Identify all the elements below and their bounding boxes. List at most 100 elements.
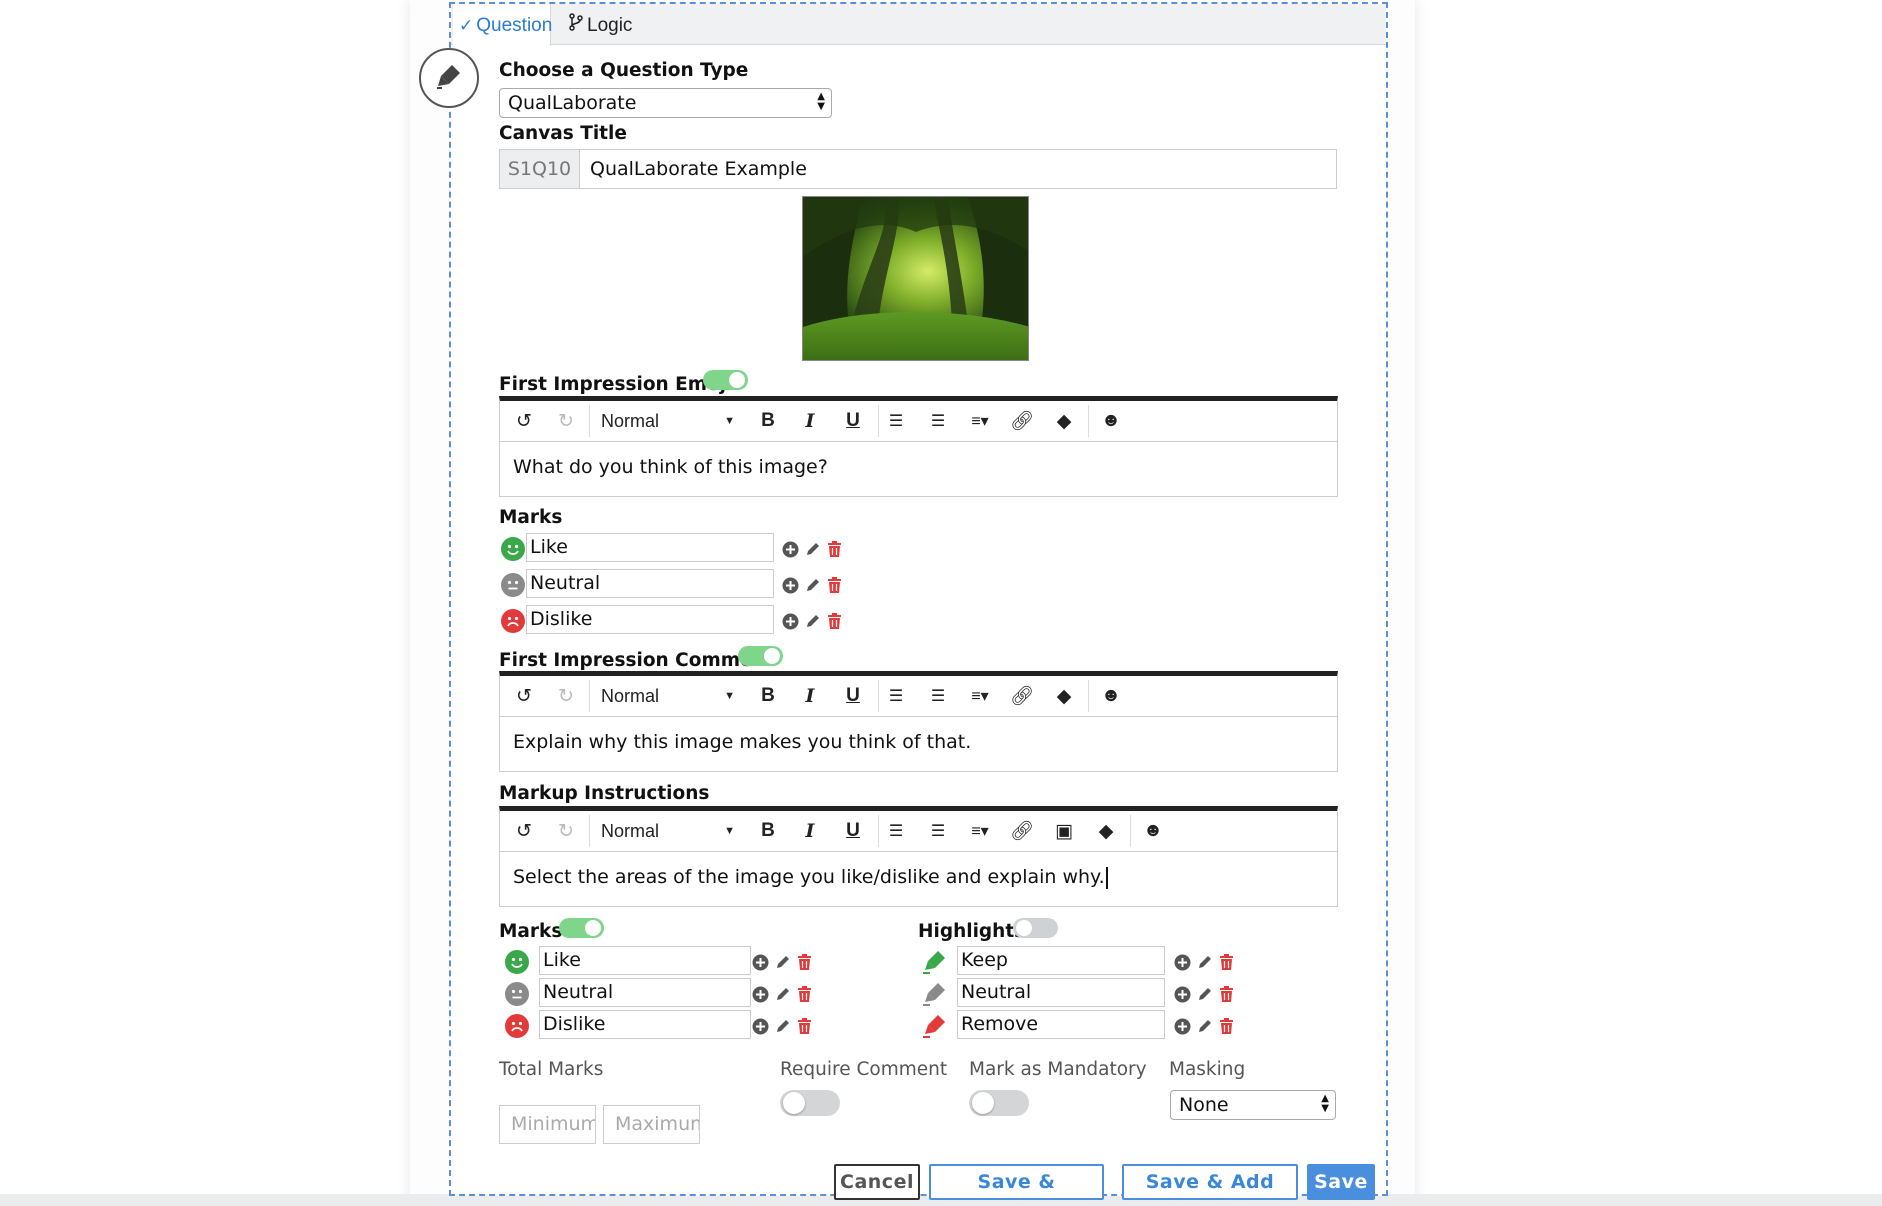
underline-icon[interactable]: U: [839, 819, 867, 843]
first-impression-emoji-toggle[interactable]: [703, 370, 748, 390]
link-icon[interactable]: 🔗︎: [1008, 684, 1036, 708]
highlight-label-input[interactable]: Keep: [957, 946, 1165, 975]
bullet-list-icon[interactable]: ☰: [924, 409, 952, 433]
rte-toolbar: ↺ ↻ Normal ▼ B I U ☰ ☰ ≡▾ 🔗︎ ◆ ☻: [500, 401, 1337, 442]
pencil-icon[interactable]: [773, 1017, 791, 1035]
bullet-list-icon[interactable]: ☰: [924, 684, 952, 708]
trash-icon[interactable]: [795, 985, 813, 1003]
mark-label-input[interactable]: Dislike: [526, 605, 774, 634]
add-icon[interactable]: [751, 1017, 769, 1035]
total-marks-max-input[interactable]: Maximum: [603, 1105, 700, 1144]
align-icon[interactable]: ≡▾: [966, 684, 994, 708]
highlights-label: Highlights: [918, 921, 1026, 942]
trash-icon[interactable]: [825, 540, 843, 558]
link-icon[interactable]: 🔗︎: [1008, 819, 1036, 843]
italic-icon[interactable]: I: [796, 409, 824, 433]
highlights-toggle[interactable]: [1013, 918, 1058, 938]
format-dropdown[interactable]: Normal ▼: [601, 683, 741, 709]
question-type-select[interactable]: QualLaborate ▲ ▼: [499, 88, 832, 118]
cancel-button[interactable]: Cancel: [834, 1164, 920, 1200]
add-icon[interactable]: [751, 953, 769, 971]
canvas-image[interactable]: [802, 196, 1029, 361]
pencil-icon[interactable]: [1195, 985, 1213, 1003]
redo-icon[interactable]: ↻: [552, 409, 580, 433]
mark-label-input[interactable]: Neutral: [539, 978, 751, 1007]
format-dropdown[interactable]: Normal ▼: [601, 818, 741, 844]
highlight-label-input[interactable]: Remove: [957, 1010, 1165, 1039]
emoji-icon[interactable]: ☻: [1097, 409, 1125, 433]
redo-icon[interactable]: ↻: [552, 684, 580, 708]
italic-icon[interactable]: I: [796, 684, 824, 708]
marks-toggle[interactable]: [559, 918, 604, 938]
pencil-icon[interactable]: [803, 576, 821, 594]
bold-icon[interactable]: B: [754, 819, 782, 843]
mark-label-input[interactable]: Like: [526, 533, 774, 562]
underline-icon[interactable]: U: [839, 684, 867, 708]
trash-icon[interactable]: [1217, 985, 1235, 1003]
italic-icon[interactable]: I: [796, 819, 824, 843]
tab-question[interactable]: ✓ Question: [453, 4, 552, 46]
mark-label-input[interactable]: Like: [539, 946, 751, 975]
highlight-label-input[interactable]: Neutral: [957, 978, 1165, 1007]
add-icon[interactable]: [1173, 1017, 1191, 1035]
undo-icon[interactable]: ↺: [510, 819, 538, 843]
ordered-list-icon[interactable]: ☰: [882, 684, 910, 708]
pencil-icon[interactable]: [1195, 953, 1213, 971]
require-comment-toggle[interactable]: [780, 1090, 840, 1116]
rte-content[interactable]: Explain why this image makes you think o…: [500, 717, 1337, 769]
pencil-icon[interactable]: [1195, 1017, 1213, 1035]
pencil-icon[interactable]: [803, 540, 821, 558]
add-icon[interactable]: [1173, 953, 1191, 971]
rte-content[interactable]: What do you think of this image?: [500, 442, 1337, 494]
link-icon[interactable]: 🔗︎: [1008, 409, 1036, 433]
masking-select[interactable]: None ▲ ▼: [1170, 1090, 1336, 1120]
trash-icon[interactable]: [825, 612, 843, 630]
align-icon[interactable]: ≡▾: [966, 819, 994, 843]
canvas-title-input[interactable]: QualLaborate Example: [590, 150, 807, 188]
format-value: Normal: [601, 821, 660, 841]
toggle-knob: [1016, 920, 1032, 936]
clear-format-icon[interactable]: ◆: [1050, 409, 1078, 433]
undo-icon[interactable]: ↺: [510, 409, 538, 433]
pencil-icon[interactable]: [773, 953, 791, 971]
bullet-list-icon[interactable]: ☰: [924, 819, 952, 843]
underline-icon[interactable]: U: [839, 409, 867, 433]
add-icon[interactable]: [1173, 985, 1191, 1003]
question-type-value: QualLaborate: [508, 92, 637, 114]
mark-label-input[interactable]: Dislike: [539, 1010, 751, 1039]
ordered-list-icon[interactable]: ☰: [882, 819, 910, 843]
mark-label-input[interactable]: Neutral: [526, 569, 774, 598]
total-marks-min-input[interactable]: Minimum: [499, 1105, 596, 1144]
tab-logic[interactable]: Logic: [563, 4, 638, 46]
mark-as-mandatory-toggle[interactable]: [969, 1090, 1029, 1116]
save-add-new-button[interactable]: Save & Add New: [1122, 1164, 1298, 1206]
pencil-icon[interactable]: [803, 612, 821, 630]
image-icon[interactable]: ▣: [1050, 819, 1078, 843]
redo-icon[interactable]: ↻: [552, 819, 580, 843]
emoji-icon[interactable]: ☻: [1097, 684, 1125, 708]
save-duplicate-button[interactable]: Save & Duplicate: [929, 1164, 1104, 1206]
align-icon[interactable]: ≡▾: [966, 409, 994, 433]
canvas-title-field[interactable]: S1Q10 QualLaborate Example: [499, 149, 1337, 189]
format-dropdown[interactable]: Normal ▼: [601, 408, 741, 434]
trash-icon[interactable]: [795, 1017, 813, 1035]
trash-icon[interactable]: [1217, 1017, 1235, 1035]
clear-format-icon[interactable]: ◆: [1050, 684, 1078, 708]
add-icon[interactable]: [781, 540, 799, 558]
add-icon[interactable]: [751, 985, 769, 1003]
bold-icon[interactable]: B: [754, 409, 782, 433]
save-button[interactable]: Save: [1307, 1164, 1375, 1200]
add-icon[interactable]: [781, 576, 799, 594]
undo-icon[interactable]: ↺: [510, 684, 538, 708]
clear-format-icon[interactable]: ◆: [1092, 819, 1120, 843]
pencil-icon[interactable]: [773, 985, 791, 1003]
ordered-list-icon[interactable]: ☰: [882, 409, 910, 433]
trash-icon[interactable]: [795, 953, 813, 971]
add-icon[interactable]: [781, 612, 799, 630]
first-impression-comment-toggle[interactable]: [738, 646, 783, 666]
emoji-icon[interactable]: ☻: [1139, 819, 1167, 843]
trash-icon[interactable]: [825, 576, 843, 594]
rte-content[interactable]: Select the areas of the image you like/d…: [500, 852, 1337, 904]
bold-icon[interactable]: B: [754, 684, 782, 708]
trash-icon[interactable]: [1217, 953, 1235, 971]
